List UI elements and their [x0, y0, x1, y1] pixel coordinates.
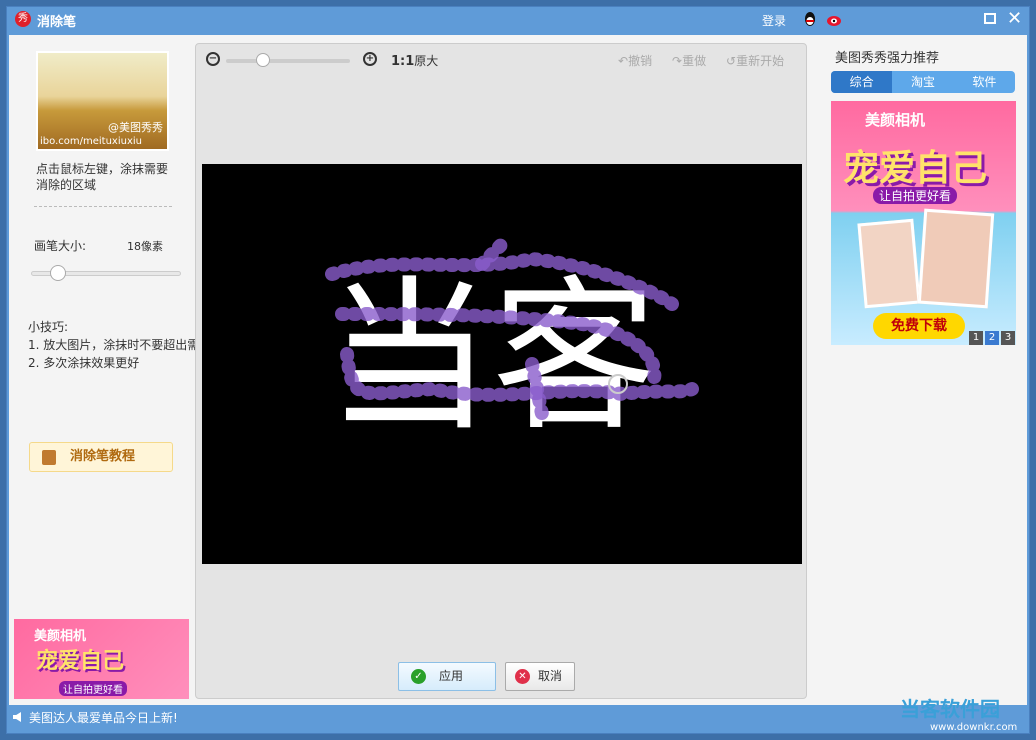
app-logo-icon: 秀: [15, 11, 31, 27]
redo-label: 重做: [682, 54, 707, 68]
workspace: − + 1:1原大 ↶撤销 ↷重做 ↺重新开始 当客 ✓ 应用 ✕ 取消: [195, 43, 807, 699]
redo-button[interactable]: ↷重做: [672, 52, 706, 69]
tutorial-button[interactable]: 消除笔教程: [29, 442, 173, 472]
book-icon: [42, 450, 56, 465]
divider: [34, 206, 172, 207]
ad-download-button[interactable]: 免费下载: [873, 313, 965, 339]
hint-text: 点击鼠标左键，涂抹需要消除的区域: [36, 162, 169, 192]
site-watermark: 当客软件园 www.downkr.com: [900, 693, 1017, 733]
recommend-tabs: 综合 淘宝 软件: [831, 71, 1015, 93]
ad-sub: 让自拍更好看: [873, 187, 958, 204]
tab-software[interactable]: 软件: [954, 71, 1015, 93]
zoom-knob[interactable]: [256, 53, 270, 67]
window-title: 消除笔: [37, 15, 77, 30]
cancel-label: 取消: [538, 669, 563, 683]
actual-size-button[interactable]: 1:1原大: [391, 52, 438, 69]
canvas-text: 当客: [327, 261, 657, 453]
ad-brand: 美颜相机: [865, 111, 926, 129]
ad-photo: [917, 208, 995, 309]
watermark-name: 当客软件园: [900, 697, 1000, 721]
ad-page-2[interactable]: 2: [985, 331, 999, 345]
brush-size-label: 画笔大小:: [34, 239, 87, 253]
ad-sub: 让自拍更好看: [59, 681, 127, 696]
status-text[interactable]: 美图达人最爱单品今日上新!: [29, 711, 178, 725]
ad-slogan: 宠爱自己: [843, 148, 988, 189]
undo-label: 撤销: [628, 54, 653, 68]
slider-knob[interactable]: [50, 265, 66, 281]
restart-button[interactable]: ↺重新开始: [726, 52, 784, 69]
zoom-out-icon[interactable]: −: [206, 52, 220, 66]
cancel-button[interactable]: ✕ 取消: [505, 662, 575, 691]
title-bar: 秀 消除笔 登录 ✕: [7, 7, 1029, 35]
zoom-in-icon[interactable]: +: [363, 52, 377, 66]
watermark-url: www.downkr.com: [930, 722, 1018, 733]
original-label: 原大: [414, 54, 439, 68]
thumb-url: ibo.com/meituxiuxiu: [40, 136, 142, 147]
qq-icon[interactable]: [802, 11, 818, 27]
recommend-title: 美图秀秀强力推荐: [835, 51, 940, 66]
main-body: @美图秀秀 ibo.com/meituxiuxiu 点击鼠标左键，涂抹需要消除的…: [9, 35, 1027, 705]
apply-button[interactable]: ✓ 应用: [398, 662, 496, 691]
canvas-drawing[interactable]: 当客: [202, 164, 802, 564]
brush-size-value: 18像素: [127, 240, 163, 253]
restart-label: 重新开始: [736, 54, 785, 68]
ad-page-3[interactable]: 3: [1001, 331, 1015, 345]
tab-taobao[interactable]: 淘宝: [892, 71, 953, 93]
eraser-window: 秀 消除笔 登录 ✕ @美图秀秀 ibo.com/meituxiuxiu 点击鼠…: [6, 6, 1030, 734]
speaker-icon: [13, 712, 21, 722]
left-ad-banner[interactable]: 美颜相机 宠爱自己 让自拍更好看: [14, 619, 189, 699]
check-icon: ✓: [411, 669, 426, 684]
undo-button[interactable]: ↶撤销: [618, 52, 652, 69]
ad-page-1[interactable]: 1: [969, 331, 983, 345]
status-bar: 美图达人最爱单品今日上新!: [7, 707, 1029, 729]
tutorial-label: 消除笔教程: [70, 449, 136, 464]
ad-brand: 美颜相机: [34, 629, 87, 644]
close-button[interactable]: ✕: [1007, 8, 1022, 29]
zoom-slider[interactable]: [226, 53, 350, 67]
weibo-icon[interactable]: [827, 11, 843, 27]
apply-label: 应用: [439, 669, 464, 683]
preview-thumbnail: @美图秀秀 ibo.com/meituxiuxiu: [36, 51, 169, 151]
maximize-button[interactable]: [984, 13, 996, 24]
right-ad-banner[interactable]: 美颜相机 宠爱自己 让自拍更好看 免费下载 1 2 3: [831, 101, 1016, 345]
x-icon: ✕: [515, 669, 530, 684]
thumb-watermark: @美图秀秀: [108, 121, 163, 134]
login-link[interactable]: 登录: [762, 12, 786, 29]
brush-size-slider[interactable]: [31, 265, 181, 281]
ad-photo: [857, 218, 921, 309]
ratio-label: 1:1: [391, 54, 415, 69]
tab-general[interactable]: 综合: [831, 71, 893, 93]
image-canvas[interactable]: 当客: [202, 164, 802, 564]
ad-slogan: 宠爱自己: [36, 649, 125, 674]
